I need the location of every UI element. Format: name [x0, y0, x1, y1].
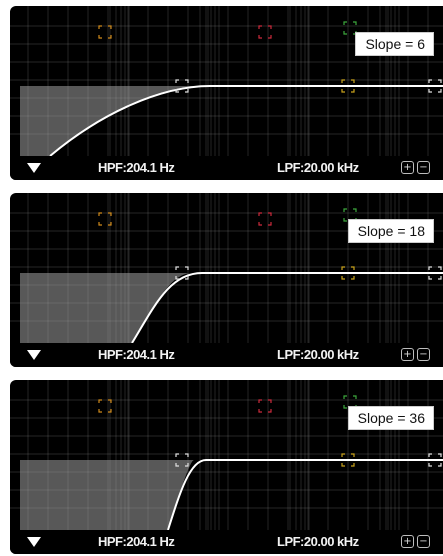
hpf-label: HPF:	[98, 534, 127, 549]
status-bar: HPF:204.1 Hz LPF:20.00 kHz + −	[10, 156, 443, 180]
plus-box-icon[interactable]: +	[401, 161, 414, 174]
filter-panel-slope-6: Slope = 6 HPF:204.1 Hz LPF:20.00 kHz + −	[10, 6, 443, 180]
plus-box-icon[interactable]: +	[401, 535, 414, 548]
hpf-label: HPF:	[98, 347, 127, 362]
status-bar: HPF:204.1 Hz LPF:20.00 kHz + −	[10, 530, 443, 554]
hpf-value: 204.1 Hz	[126, 534, 175, 549]
status-bar: HPF:204.1 Hz LPF:20.00 kHz + −	[10, 343, 443, 367]
menu-triangle-icon[interactable]	[26, 534, 42, 548]
lpf-label: LPF:	[277, 347, 304, 362]
filter-response-curve	[167, 459, 443, 531]
lpf-label: LPF:	[277, 160, 304, 175]
plus-box-icon[interactable]: +	[401, 348, 414, 361]
slope-label: Slope = 6	[355, 32, 434, 56]
band-handle-green[interactable]	[343, 21, 357, 35]
slope-label: Slope = 36	[347, 406, 434, 430]
hpf-readout[interactable]: HPF:204.1 Hz	[98, 534, 175, 549]
menu-triangle-icon[interactable]	[26, 347, 42, 361]
filter-response-fill	[20, 460, 194, 530]
hpf-readout[interactable]: HPF:204.1 Hz	[98, 347, 175, 362]
lpf-value: 20.00 kHz	[303, 160, 359, 175]
band-handle-orange[interactable]	[98, 399, 112, 413]
lpf-readout[interactable]: LPF:20.00 kHz	[277, 348, 359, 362]
filter-panel-slope-18: Slope = 18 HPF:204.1 Hz LPF:20.00 kHz + …	[10, 193, 443, 367]
lpf-readout[interactable]: LPF:20.00 kHz	[277, 161, 359, 175]
menu-triangle-icon[interactable]	[26, 160, 42, 174]
minus-box-icon[interactable]: −	[417, 348, 430, 361]
filter-panel-slope-36: Slope = 36 HPF:204.1 Hz LPF:20.00 kHz + …	[10, 380, 443, 554]
band-handle-red[interactable]	[258, 212, 272, 226]
lpf-readout[interactable]: LPF:20.00 kHz	[277, 535, 359, 549]
hpf-readout[interactable]: HPF:204.1 Hz	[98, 160, 175, 175]
band-handle-orange[interactable]	[98, 212, 112, 226]
filter-response-fill	[20, 273, 192, 343]
band-handle-orange[interactable]	[98, 25, 112, 39]
slope-label: Slope = 18	[347, 219, 434, 243]
lpf-value: 20.00 kHz	[303, 534, 359, 549]
filter-response-curve	[131, 272, 443, 344]
hpf-value: 204.1 Hz	[126, 347, 175, 362]
lpf-label: LPF:	[277, 534, 304, 549]
lpf-value: 20.00 kHz	[303, 347, 359, 362]
hpf-value: 204.1 Hz	[126, 160, 175, 175]
minus-box-icon[interactable]: −	[417, 535, 430, 548]
band-handle-red[interactable]	[258, 25, 272, 39]
minus-box-icon[interactable]: −	[417, 161, 430, 174]
band-handle-red[interactable]	[258, 399, 272, 413]
hpf-label: HPF:	[98, 160, 127, 175]
